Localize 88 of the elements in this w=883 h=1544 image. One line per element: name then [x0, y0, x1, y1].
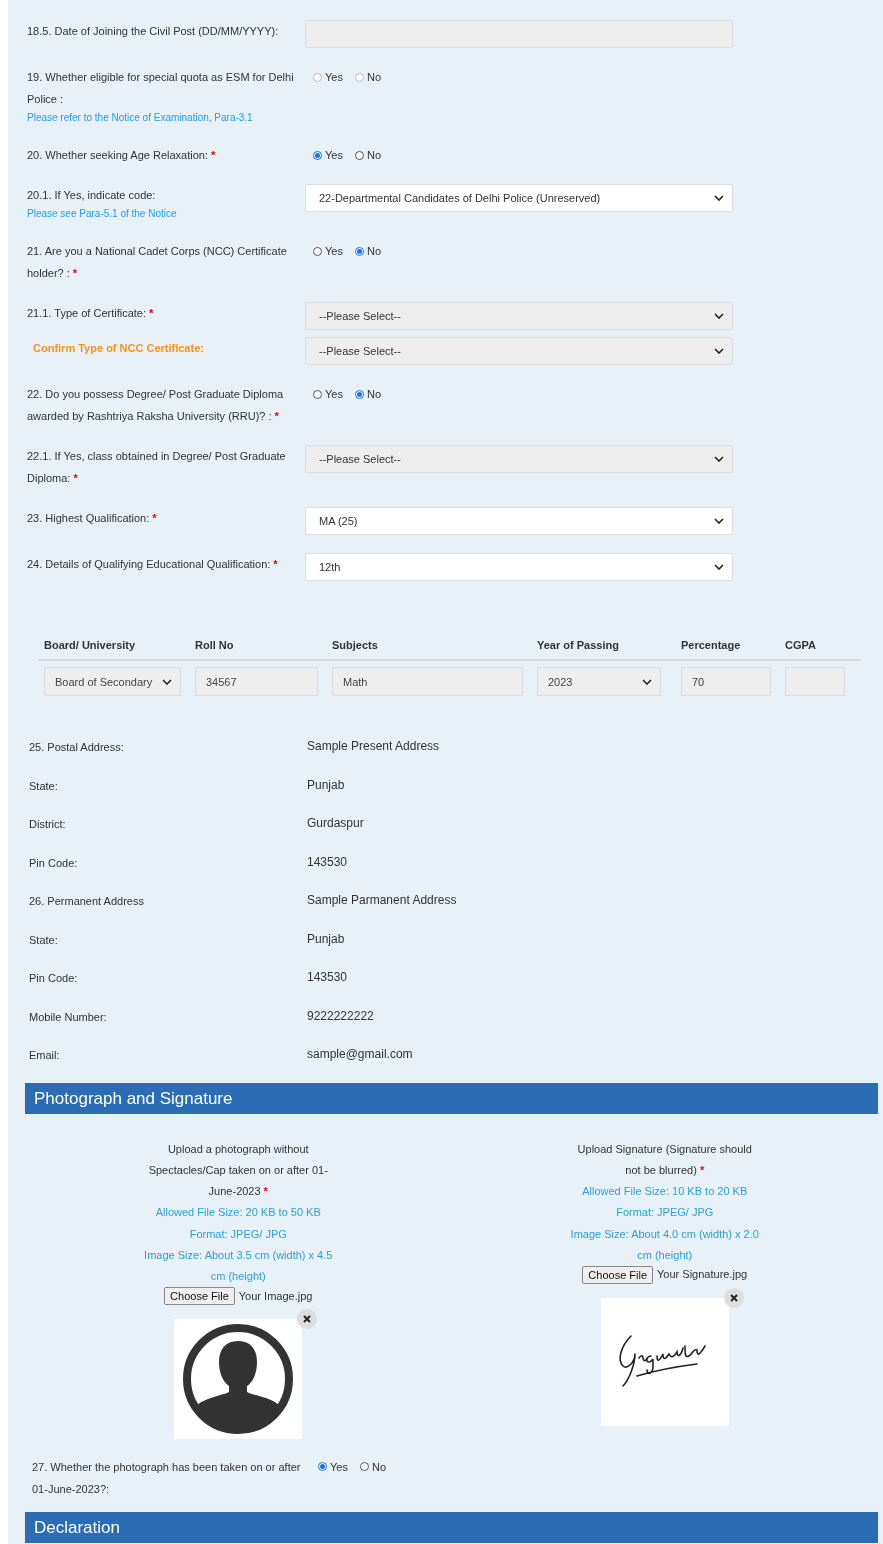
field-value: 143530	[307, 969, 348, 986]
field-value: 143530	[307, 853, 348, 871]
radio-button[interactable]	[313, 389, 322, 399]
choose-file-button[interactable]: Choose File	[164, 1287, 235, 1306]
chevron-icon	[714, 195, 724, 201]
radio-label: Yes	[330, 1460, 348, 1473]
file-name: Your Image.jpg	[238, 1288, 313, 1304]
field-label: 23. Highest Qualification: *	[27, 511, 158, 526]
chevron-icon	[714, 518, 724, 524]
chevron-icon	[714, 313, 724, 319]
choose-file-button[interactable]: Choose File	[582, 1265, 654, 1284]
radio-label: Yes	[325, 388, 343, 400]
field-label: 18.5. Date of Joining the Civil Post (DD/MM/YYYY):	[27, 24, 280, 39]
avatar-icon	[182, 1322, 295, 1435]
radio-button[interactable]	[313, 246, 322, 256]
input-field[interactable]	[785, 667, 845, 696]
field-value: Sample Present Address	[307, 738, 440, 755]
close-icon[interactable]	[723, 1287, 744, 1308]
field-label: 20.1. If Yes, indicate code:	[27, 188, 157, 203]
radio-button[interactable]	[354, 246, 364, 256]
field-value: Punjab	[307, 776, 345, 794]
field-label: Pin Code:	[29, 971, 79, 986]
radio-label: No	[371, 1460, 386, 1473]
dropdown[interactable]: 22-Departmental Candidates of Delhi Police (Unreserved)	[305, 184, 733, 212]
upload-note: Format: JPEG/ JPG	[189, 1226, 287, 1242]
radio-button[interactable]	[354, 389, 364, 399]
field-label: 27. Whether the photograph has been taken on or after 01-June-2023?:	[32, 1459, 302, 1497]
radio-button[interactable]	[354, 150, 364, 160]
close-icon[interactable]	[297, 1308, 318, 1329]
radio-button[interactable]	[318, 1462, 327, 1471]
column-header: CGPA	[785, 639, 817, 651]
radio-label: No	[366, 71, 381, 83]
upload-note: Allowed File Size: 20 KB to 50 KB	[155, 1205, 321, 1221]
field-label: 20. Whether seeking Age Relaxation: *	[27, 148, 217, 163]
radio-button[interactable]	[313, 150, 322, 160]
field-label: Email:	[29, 1048, 61, 1063]
chevron-icon	[714, 348, 724, 354]
chevron-icon	[714, 564, 724, 570]
field-label: District:	[29, 817, 67, 832]
field-label: State:	[29, 778, 59, 794]
dropdown[interactable]: 12th	[305, 553, 733, 581]
column-header: Year of Passing	[537, 639, 620, 651]
chevron-icon	[714, 456, 724, 462]
field-label: 25. Postal Address:	[29, 740, 125, 755]
column-header: Subjects	[332, 639, 379, 651]
field-value: sample@gmail.com	[307, 1046, 413, 1063]
field-label: 26. Permanent Address	[29, 894, 145, 909]
field-value: Sample Parmanent Address	[307, 892, 457, 909]
dropdown[interactable]: 2023	[537, 667, 661, 696]
column-header: Roll No	[195, 639, 235, 651]
dropdown[interactable]: MA (25)	[305, 507, 733, 535]
file-name: Your Signature.jpg	[657, 1267, 748, 1283]
field-value: Punjab	[307, 930, 345, 948]
upload-instructions: Upload Signature (Signature should not be blurred) *	[576, 1141, 753, 1178]
column-header: Percentage	[681, 639, 742, 651]
radio-label: No	[366, 149, 381, 161]
field-label: Confirm Type of NCC Certificate:	[32, 341, 205, 356]
upload-note: Allowed File Size: 10 KB to 20 KB	[582, 1184, 748, 1200]
column-header: Board/ University	[44, 639, 137, 651]
field-label: Mobile Number:	[29, 1009, 108, 1025]
field-value: Gurdaspur	[307, 815, 364, 832]
radio-label: No	[366, 245, 381, 257]
field-label: Pin Code:	[29, 855, 79, 871]
field-label: State:	[29, 932, 59, 948]
chevron-icon	[642, 678, 652, 685]
upload-note: Image Size: About 3.5 cm (width) x 4.5 cm (height)	[143, 1248, 334, 1285]
chevron-icon	[162, 678, 172, 685]
input-field[interactable]: 70	[681, 667, 771, 696]
radio-button[interactable]	[359, 1462, 369, 1471]
radio-label: Yes	[325, 149, 343, 161]
field-label: 21. Are you a National Cadet Corps (NCC) Certificate holder? : *	[27, 244, 288, 281]
input-field[interactable]: Math	[332, 667, 523, 696]
radio-label: Yes	[325, 71, 343, 83]
upload-note: Image Size: About 4.0 cm (width) x 2.0 cm (height)	[569, 1226, 760, 1263]
section-header: Photograph and Signature	[25, 1082, 878, 1114]
field-label: 19. Whether eligible for special quota as ESM for Delhi Police :	[27, 70, 295, 107]
radio-label: No	[366, 388, 381, 400]
dropdown[interactable]: Board of Secondary	[44, 667, 181, 696]
upload-note: Format: JPEG/ JPG	[616, 1205, 714, 1221]
upload-instructions: Upload a photograph without Spectacles/Cap taken on or after 01-June-2023 *	[147, 1141, 329, 1200]
field-label: 21.1. Type of Certificate: *	[27, 306, 155, 321]
field-value: 9222222222	[307, 1007, 374, 1025]
section-header: Declaration	[25, 1511, 878, 1543]
field-label: 24. Details of Qualifying Educational Qualification: *	[27, 557, 279, 572]
radio-label: Yes	[325, 245, 343, 257]
field-label: 22. Do you possess Degree/ Post Graduate Diploma awarded by Rashtriya Raksha University (RRU)? : *	[27, 387, 285, 424]
field-label: 22.1. If Yes, class obtained in Degree/ Post Graduate Diploma: *	[27, 449, 287, 486]
input-field[interactable]: 34567	[195, 667, 318, 696]
